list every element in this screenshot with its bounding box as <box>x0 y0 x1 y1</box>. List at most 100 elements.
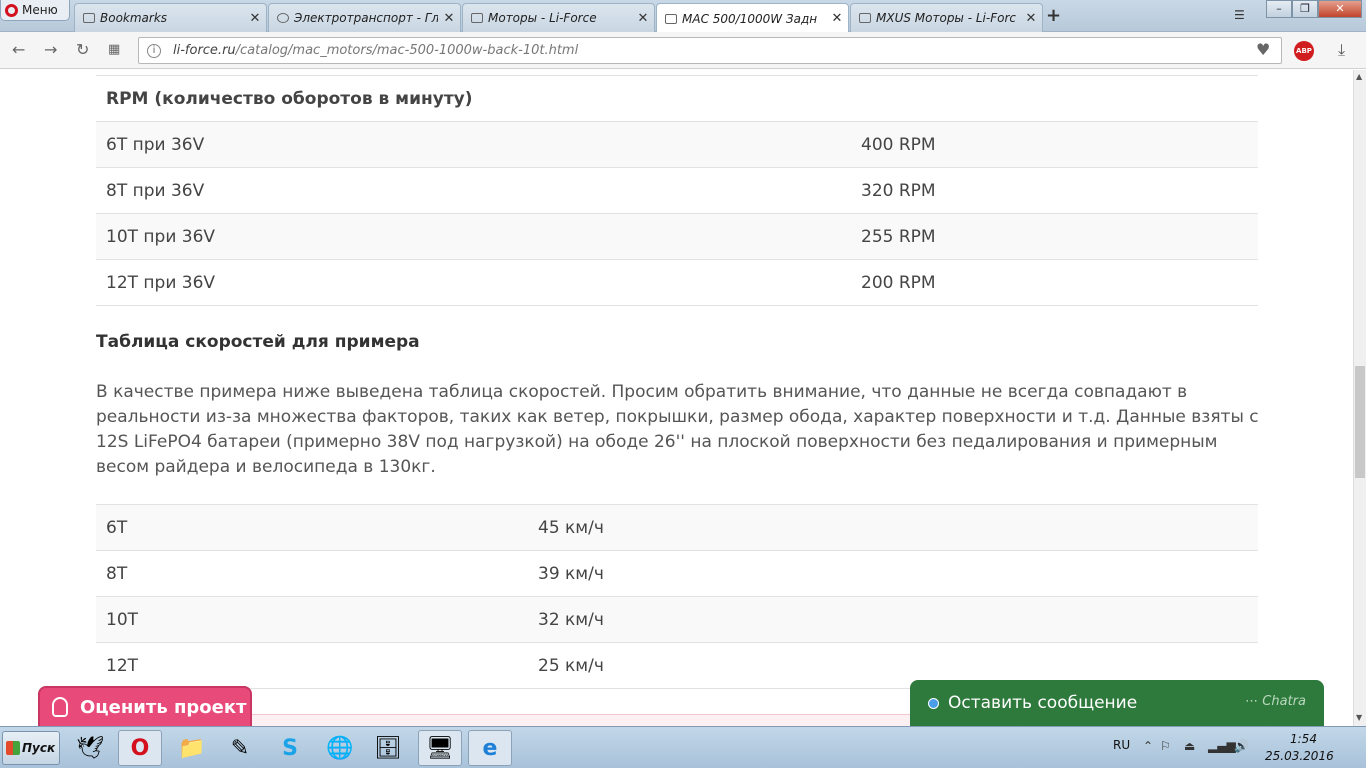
address-bar[interactable]: i li-force.ru /catalog/mac_motors/mac-50… <box>138 37 1282 64</box>
tab-title: Электротранспорт - Гл <box>294 11 438 25</box>
tab-title: MAC 500/1000W Задн <box>682 11 818 26</box>
forward-arrow-icon[interactable]: → <box>44 40 57 59</box>
scroll-thumb[interactable] <box>1355 366 1365 478</box>
winding-cell: 8T <box>96 550 528 597</box>
vertical-scrollbar[interactable]: ▲ ▼ <box>1353 70 1366 726</box>
bookmark-heart-icon[interactable]: ♥ <box>1256 40 1270 59</box>
page-content: RPM (количество оборотов в минуту) 6T пр… <box>0 70 1353 726</box>
wheel-icon <box>277 13 289 23</box>
rpm-cell: 200 RPM <box>851 259 1258 306</box>
rpm-cell: 320 RPM <box>851 167 1258 214</box>
close-icon[interactable]: ✕ <box>1020 11 1042 26</box>
table-row: 10T при 36V 255 RPM <box>96 213 1258 260</box>
chat-label: Оставить сообщение <box>948 693 1138 713</box>
speed-section-text: В качестве примера ниже выведена таблица… <box>96 382 1259 477</box>
language-indicator[interactable]: RU <box>1113 738 1130 752</box>
download-icon[interactable]: ⤓ <box>1338 40 1345 60</box>
tab-mac-500-1000w[interactable]: MAC 500/1000W Задн ✕ <box>656 3 849 33</box>
opera-logo-icon <box>5 3 18 17</box>
reload-icon[interactable]: ↻ <box>76 40 89 59</box>
action-center-flag-icon[interactable]: ⚐ <box>1160 739 1171 753</box>
skype-icon[interactable]: S <box>268 730 312 766</box>
winding-cell: 6T <box>96 504 528 551</box>
speed-cell: 32 км/ч <box>528 596 1258 643</box>
battery-icon <box>665 13 677 24</box>
table-row: 10T 32 км/ч <box>96 596 1258 643</box>
close-icon[interactable]: ✕ <box>826 11 848 26</box>
tab-menu-icon[interactable]: ☰ <box>1234 8 1245 22</box>
lightbulb-icon <box>52 697 68 717</box>
battery-icon <box>471 13 483 23</box>
table-row: 6T при 36V 400 RPM <box>96 121 1258 168</box>
url-domain: li-force.ru <box>173 43 236 58</box>
speed-dial-grid-icon[interactable]: ▦ <box>108 42 120 57</box>
battery-icon <box>859 13 871 23</box>
internet-explorer-icon[interactable]: e <box>468 730 512 766</box>
scroll-up-icon[interactable]: ▲ <box>1356 72 1362 81</box>
globe-icon[interactable]: 🌐 <box>318 730 362 766</box>
clock-date[interactable]: 25.03.2016 <box>1265 749 1334 763</box>
speed-cell: 45 км/ч <box>528 504 1258 551</box>
explorer-folder-icon[interactable]: 📁 <box>170 730 214 766</box>
table-row: 6T 45 км/ч <box>96 504 1258 551</box>
speed-table: 6T 45 км/ч 8T 39 км/ч 10T 32 км/ч 12T 25… <box>96 504 1258 689</box>
safely-remove-icon[interactable]: ⏏ <box>1184 739 1195 753</box>
adblock-plus-icon[interactable]: ABP <box>1294 41 1314 61</box>
minimize-button[interactable]: – <box>1266 0 1292 18</box>
scroll-down-icon[interactable]: ▼ <box>1356 713 1362 722</box>
winding-cell: 10T <box>96 596 528 643</box>
tab-title: Bookmarks <box>100 11 168 25</box>
rate-widget-strip <box>252 714 912 726</box>
speed-section-title: Таблица скоростей для примера <box>96 332 420 352</box>
thunderbird-icon[interactable]: 🕊 <box>68 730 112 766</box>
opera-menu-button[interactable]: Меню <box>0 0 70 21</box>
maximize-button[interactable]: ❐ <box>1292 0 1318 18</box>
tab-motors[interactable]: Моторы - Li-Force ✕ <box>462 3 655 32</box>
site-info-icon[interactable]: i <box>147 43 161 58</box>
winding-cell: 6T при 36V <box>96 121 851 168</box>
start-label: Пуск <box>22 741 56 755</box>
close-icon[interactable]: ✕ <box>244 11 266 26</box>
notepad-icon[interactable]: ✎ <box>218 730 262 766</box>
table-row: 12T при 36V 200 RPM <box>96 259 1258 306</box>
tab-title: MXUS Моторы - Li-Forc <box>876 11 1016 25</box>
winding-cell: 10T при 36V <box>96 213 851 260</box>
tab-electrotransport[interactable]: Электротранспорт - Гл ✕ <box>268 3 461 32</box>
menu-label: Меню <box>22 3 58 17</box>
rpm-table-header: RPM (количество оборотов в минуту) <box>96 75 1258 122</box>
table-row: 8T при 36V 320 RPM <box>96 167 1258 214</box>
database-icon[interactable]: 🗄 <box>366 730 410 766</box>
rate-project-button[interactable]: Оценить проект <box>38 686 252 728</box>
chat-widget-button[interactable]: Оставить сообщение ⋯ Chatra <box>910 680 1324 726</box>
winding-cell: 8T при 36V <box>96 167 851 214</box>
winding-cell: 12T при 36V <box>96 259 851 306</box>
new-tab-button[interactable]: + <box>1046 5 1061 26</box>
volume-icon[interactable]: 🔊 <box>1234 739 1249 753</box>
remote-desktop-icon[interactable]: 🖥 <box>418 730 462 766</box>
browser-tab-bar: Меню Bookmarks ✕ Электротранспорт - Гл ✕… <box>0 0 1366 33</box>
opera-icon[interactable]: O <box>118 730 162 766</box>
back-arrow-icon[interactable]: ← <box>12 40 25 59</box>
close-icon[interactable]: ✕ <box>632 11 654 26</box>
rpm-table: RPM (количество оборотов в минуту) 6T пр… <box>96 75 1258 306</box>
chatra-brand: ⋯ Chatra <box>1245 694 1306 709</box>
rate-project-label: Оценить проект <box>80 696 247 718</box>
speed-cell: 39 км/ч <box>528 550 1258 597</box>
address-toolbar: ← → ↻ ▦ i li-force.ru /catalog/mac_motor… <box>0 32 1366 69</box>
rpm-cell: 255 RPM <box>851 213 1258 260</box>
window-close-button[interactable]: ✕ <box>1318 0 1362 18</box>
tab-title: Моторы - Li-Force <box>488 11 597 25</box>
online-status-icon <box>928 697 939 709</box>
rpm-cell: 400 RPM <box>851 121 1258 168</box>
tab-bookmarks[interactable]: Bookmarks ✕ <box>74 3 267 32</box>
tab-mxus-motors[interactable]: MXUS Моторы - Li-Forc ✕ <box>850 3 1043 32</box>
network-signal-icon[interactable]: ▂▄▆ <box>1208 739 1236 753</box>
rpm-table-heading: RPM (количество оборотов в минуту) <box>96 75 1258 122</box>
url-path: /catalog/mac_motors/mac-500-1000w-back-1… <box>235 43 579 58</box>
clock-time[interactable]: 1:54 <box>1290 732 1317 746</box>
tray-expand-icon[interactable]: ⌃ <box>1143 739 1153 753</box>
close-icon[interactable]: ✕ <box>438 11 460 26</box>
bookmarks-icon <box>83 13 95 23</box>
start-button[interactable]: Пуск <box>2 731 60 765</box>
table-row: 8T 39 км/ч <box>96 550 1258 597</box>
